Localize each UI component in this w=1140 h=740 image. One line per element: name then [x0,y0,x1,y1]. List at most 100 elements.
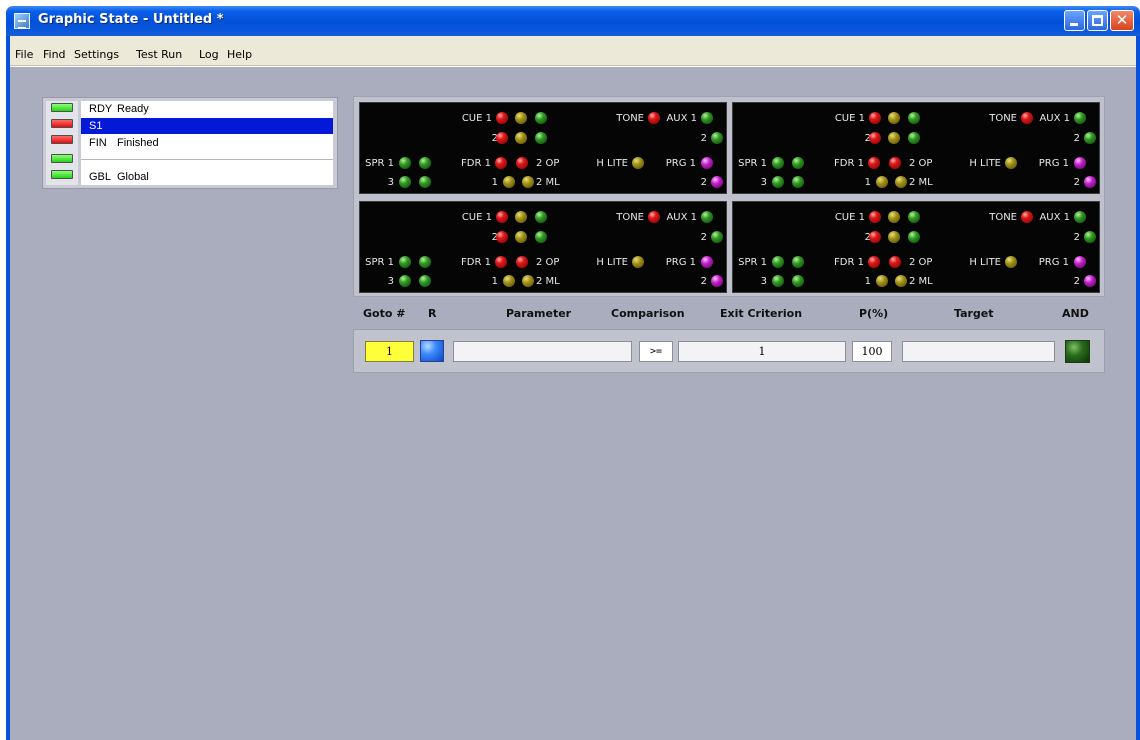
list-item[interactable]: RDY Ready [81,101,333,117]
indicator-led [711,275,723,287]
r-button[interactable] [420,340,444,362]
minimize-icon [1070,23,1078,26]
header-target: Target [954,307,994,320]
indicator-label: H LITE [596,158,628,169]
list-divider [81,159,333,161]
indicator-label: SPR 1 [738,257,767,268]
indicator-led [701,157,713,169]
parameter-field[interactable] [453,341,632,362]
indicator-led [1084,176,1096,188]
indicator-label: H LITE [969,158,1001,169]
menu-bar: File Find Settings Test Run Log Help [10,36,1136,66]
close-button[interactable]: ✕ [1110,10,1134,31]
app-icon[interactable] [14,13,30,29]
indicator-led [1005,256,1017,268]
indicator-led [648,112,660,124]
indicator-label: 2 ML [536,276,560,287]
list-item[interactable]: FIN Finished [81,135,333,151]
state-code: FIN [89,137,107,149]
menu-log[interactable]: Log [199,48,219,61]
indicator-label: 2 ML [909,177,933,188]
indicator-label: PRG 1 [665,257,696,268]
state-led-blank [51,154,73,163]
indicator-led [772,275,784,287]
indicator-label: TONE [989,212,1017,223]
target-field[interactable] [902,341,1055,362]
exit-criterion-field[interactable]: 1 [678,341,846,362]
indicator-led [516,256,528,268]
indicator-label: AUX 1 [666,113,697,124]
indicator-label: PRG 1 [1038,257,1069,268]
indicator-led [869,132,881,144]
state-name: Finished [117,137,159,149]
indicator-led [522,176,534,188]
list-item-selected[interactable]: S1 [81,118,333,134]
menu-settings[interactable]: Settings [74,48,119,61]
indicator-label: 1 [864,177,871,188]
indicator-led [495,256,507,268]
header-goto: Goto # [363,307,406,320]
state-list[interactable]: RDY Ready S1 FIN Finished GBL Global [81,101,333,185]
maximize-icon [1092,15,1103,26]
indicator-led [1074,157,1086,169]
indicator-led [515,112,527,124]
menu-test-run[interactable]: Test Run [136,48,182,61]
indicator-led [869,231,881,243]
indicator-led [792,157,804,169]
indicator-label: 2 [1073,232,1080,243]
indicator-led [496,231,508,243]
indicator-label: 2 OP [536,158,560,169]
comparison-field[interactable]: >= [639,341,673,362]
goto-number-field[interactable]: 1 [365,341,414,362]
state-name: Ready [117,103,149,115]
indicator-led [503,176,515,188]
indicator-led [399,176,411,188]
indicator-led [419,176,431,188]
menu-help[interactable]: Help [227,48,252,61]
title-bar[interactable]: Graphic State - Untitled * ✕ [6,6,1140,36]
indicator-led [711,231,723,243]
indicator-led [535,112,547,124]
state-code: GBL [89,171,112,183]
list-item[interactable]: GBL Global [81,169,333,185]
menu-find[interactable]: Find [43,48,66,61]
indicator-led [888,112,900,124]
probability-field[interactable]: 100 [852,341,892,362]
state-led-column [46,101,78,185]
header-r: R [428,307,437,320]
indicator-label: CUE 1 [834,212,865,223]
state-list-panel: RDY Ready S1 FIN Finished GBL Global [42,97,338,189]
indicator-led [895,275,907,287]
indicator-led [522,275,534,287]
state-led-global [51,170,73,179]
state-name: Global [117,171,149,183]
indicator-label: TONE [616,113,644,124]
header-exit: Exit Criterion [720,307,803,320]
indicator-led [1074,211,1086,223]
indicator-led [1084,132,1096,144]
indicator-led [399,256,411,268]
indicator-led [792,256,804,268]
indicator-label: 3 [760,276,767,287]
indicator-label: TONE [616,212,644,223]
indicator-led [868,256,880,268]
minimize-button[interactable] [1064,10,1085,31]
indicator-label: 1 [491,276,498,287]
indicator-led [908,112,920,124]
indicator-label: FDR 1 [461,257,491,268]
indicator-led [701,256,713,268]
indicator-label: SPR 1 [365,158,394,169]
menu-file[interactable]: File [15,48,33,61]
and-toggle[interactable] [1065,340,1090,363]
indicator-led [515,231,527,243]
indicator-led [648,211,660,223]
maximize-button[interactable] [1087,10,1108,31]
indicator-label: 2 OP [909,257,933,268]
indicator-led [772,157,784,169]
indicator-label: PRG 1 [665,158,696,169]
state-led-finished [51,135,73,144]
indicator-led [869,112,881,124]
indicator-led [772,176,784,188]
indicator-led [535,231,547,243]
indicator-led [711,132,723,144]
